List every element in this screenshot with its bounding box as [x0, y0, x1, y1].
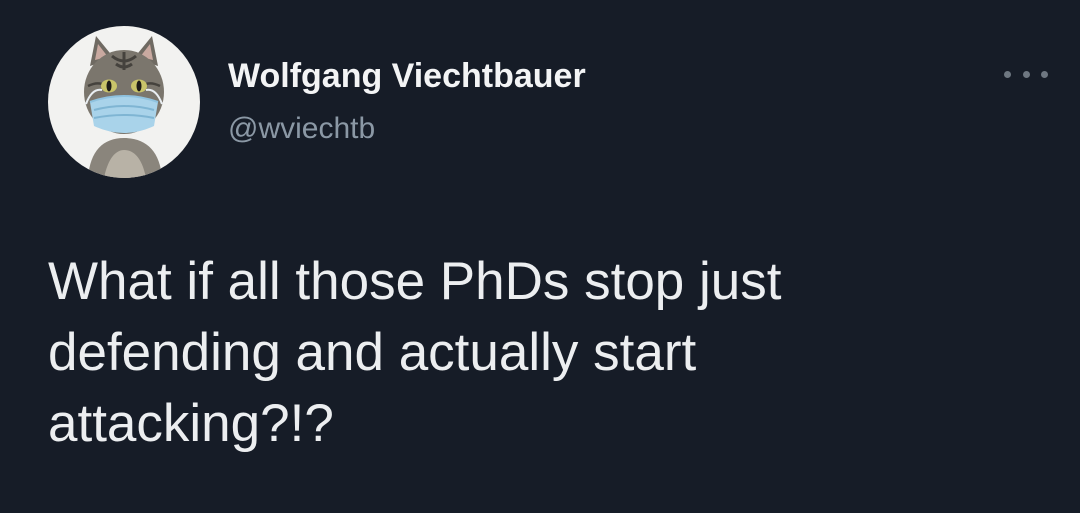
avatar[interactable] — [48, 26, 200, 178]
cat-with-face-mask-avatar — [84, 36, 164, 178]
more-dot — [1041, 70, 1048, 78]
user-handle[interactable]: @wviechtb — [228, 112, 375, 146]
more-dot — [1004, 70, 1011, 78]
more-dot — [1022, 70, 1030, 78]
tweet-text: What if all those PhDs stop just defendi… — [48, 252, 782, 453]
more-options-icon[interactable] — [1004, 60, 1048, 88]
display-name[interactable]: Wolfgang Viechtbauer — [228, 57, 586, 96]
tweet-card: Wolfgang Viechtbauer @wviechtb What if a… — [0, 0, 1080, 513]
